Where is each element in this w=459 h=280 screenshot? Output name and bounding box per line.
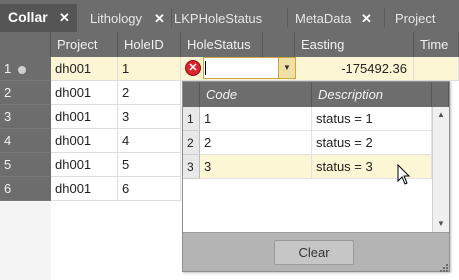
cell-holeid[interactable]: 4 <box>118 129 181 153</box>
tab-bar: Collar ✕ Lithology ✕ LKPHoleStatus MetaD… <box>0 0 459 32</box>
close-icon[interactable]: ✕ <box>59 4 70 31</box>
cell-holeid[interactable]: 2 <box>118 81 181 105</box>
dropdown-cell-code[interactable]: 3 <box>200 155 312 179</box>
scroll-up-icon[interactable]: ▲ <box>433 108 449 122</box>
tab-label: LKPHoleStatus <box>174 11 263 26</box>
cell-project[interactable]: dh001 <box>51 153 118 177</box>
row-header[interactable]: 6 <box>0 177 51 201</box>
cell-project[interactable]: dh001 <box>51 177 118 201</box>
row-header-fill <box>0 201 51 280</box>
tab-project[interactable]: Project <box>385 5 459 32</box>
column-header-holestatus-spacer <box>263 32 295 58</box>
row-edit-icon <box>17 65 26 74</box>
clear-button[interactable]: Clear <box>274 240 354 265</box>
column-header-easting[interactable]: Easting <box>295 32 414 58</box>
cell-project[interactable]: dh001 <box>51 129 118 153</box>
column-header-time[interactable]: Time <box>414 32 459 58</box>
column-header-holeid[interactable]: HoleID <box>118 32 181 58</box>
tab-label: Lithology <box>90 11 143 26</box>
dropdown-row-header[interactable]: 2 <box>183 131 200 155</box>
cell-holeid[interactable]: 6 <box>118 177 181 201</box>
dropdown-row-header[interactable]: 1 <box>183 107 200 131</box>
grid-corner <box>0 32 51 58</box>
dropdown-cell-description[interactable]: status = 3 <box>312 155 432 179</box>
cell-easting[interactable]: -175492.36 <box>295 57 414 81</box>
vertical-scrollbar[interactable]: ▲ ▼ <box>432 107 449 233</box>
cell-time[interactable] <box>414 57 459 81</box>
close-icon[interactable]: ✕ <box>154 5 165 32</box>
column-header-holestatus[interactable]: HoleStatus <box>181 32 263 58</box>
text-caret <box>205 61 206 75</box>
dropdown-row-header[interactable]: 3 <box>183 155 200 179</box>
tab-metadata[interactable]: MetaData ✕ <box>287 5 383 32</box>
cell-holeid[interactable]: 3 <box>118 105 181 129</box>
dropdown-header-spacer <box>432 82 449 107</box>
row-header[interactable]: 2 <box>0 81 51 105</box>
row-header[interactable]: 4 <box>0 129 51 153</box>
error-icon: ✕ <box>185 60 201 76</box>
dropdown-corner <box>183 82 200 107</box>
dropdown-cell-description[interactable]: status = 2 <box>312 131 432 155</box>
row-header[interactable]: 5 <box>0 153 51 177</box>
row-header[interactable]: 1 <box>0 57 51 81</box>
tab-label: Project <box>395 11 436 26</box>
tab-label: MetaData <box>295 11 352 26</box>
row-number: 1 <box>4 61 12 76</box>
cell-project[interactable]: dh001 <box>51 57 118 81</box>
resize-grip-icon[interactable] <box>439 263 448 272</box>
tab-lkpholestatus[interactable]: LKPHoleStatus <box>168 5 286 32</box>
dropdown-column-code[interactable]: Code <box>200 82 312 107</box>
dropdown-toggle-button[interactable]: ▼ <box>278 58 295 78</box>
column-header-project[interactable]: Project <box>51 32 118 58</box>
close-icon[interactable]: ✕ <box>361 5 372 32</box>
cell-project[interactable]: dh001 <box>51 105 118 129</box>
cell-holeid[interactable]: 5 <box>118 153 181 177</box>
tab-label: Collar <box>8 9 48 25</box>
tab-lithology[interactable]: Lithology ✕ <box>82 5 170 32</box>
mouse-pointer-icon <box>397 164 411 185</box>
dropdown-column-description[interactable]: Description <box>312 82 432 107</box>
cell-holeid[interactable]: 1 <box>118 57 181 81</box>
row-header[interactable]: 3 <box>0 105 51 129</box>
dropdown-cell-description[interactable]: status = 1 <box>312 107 432 131</box>
dropdown-cell-code[interactable]: 1 <box>200 107 312 131</box>
dropdown-cell-code[interactable]: 2 <box>200 131 312 155</box>
dropdown-footer: Clear <box>183 232 449 271</box>
cell-project[interactable]: dh001 <box>51 81 118 105</box>
scroll-down-icon[interactable]: ▼ <box>433 217 449 231</box>
tab-collar[interactable]: Collar ✕ <box>0 4 77 32</box>
